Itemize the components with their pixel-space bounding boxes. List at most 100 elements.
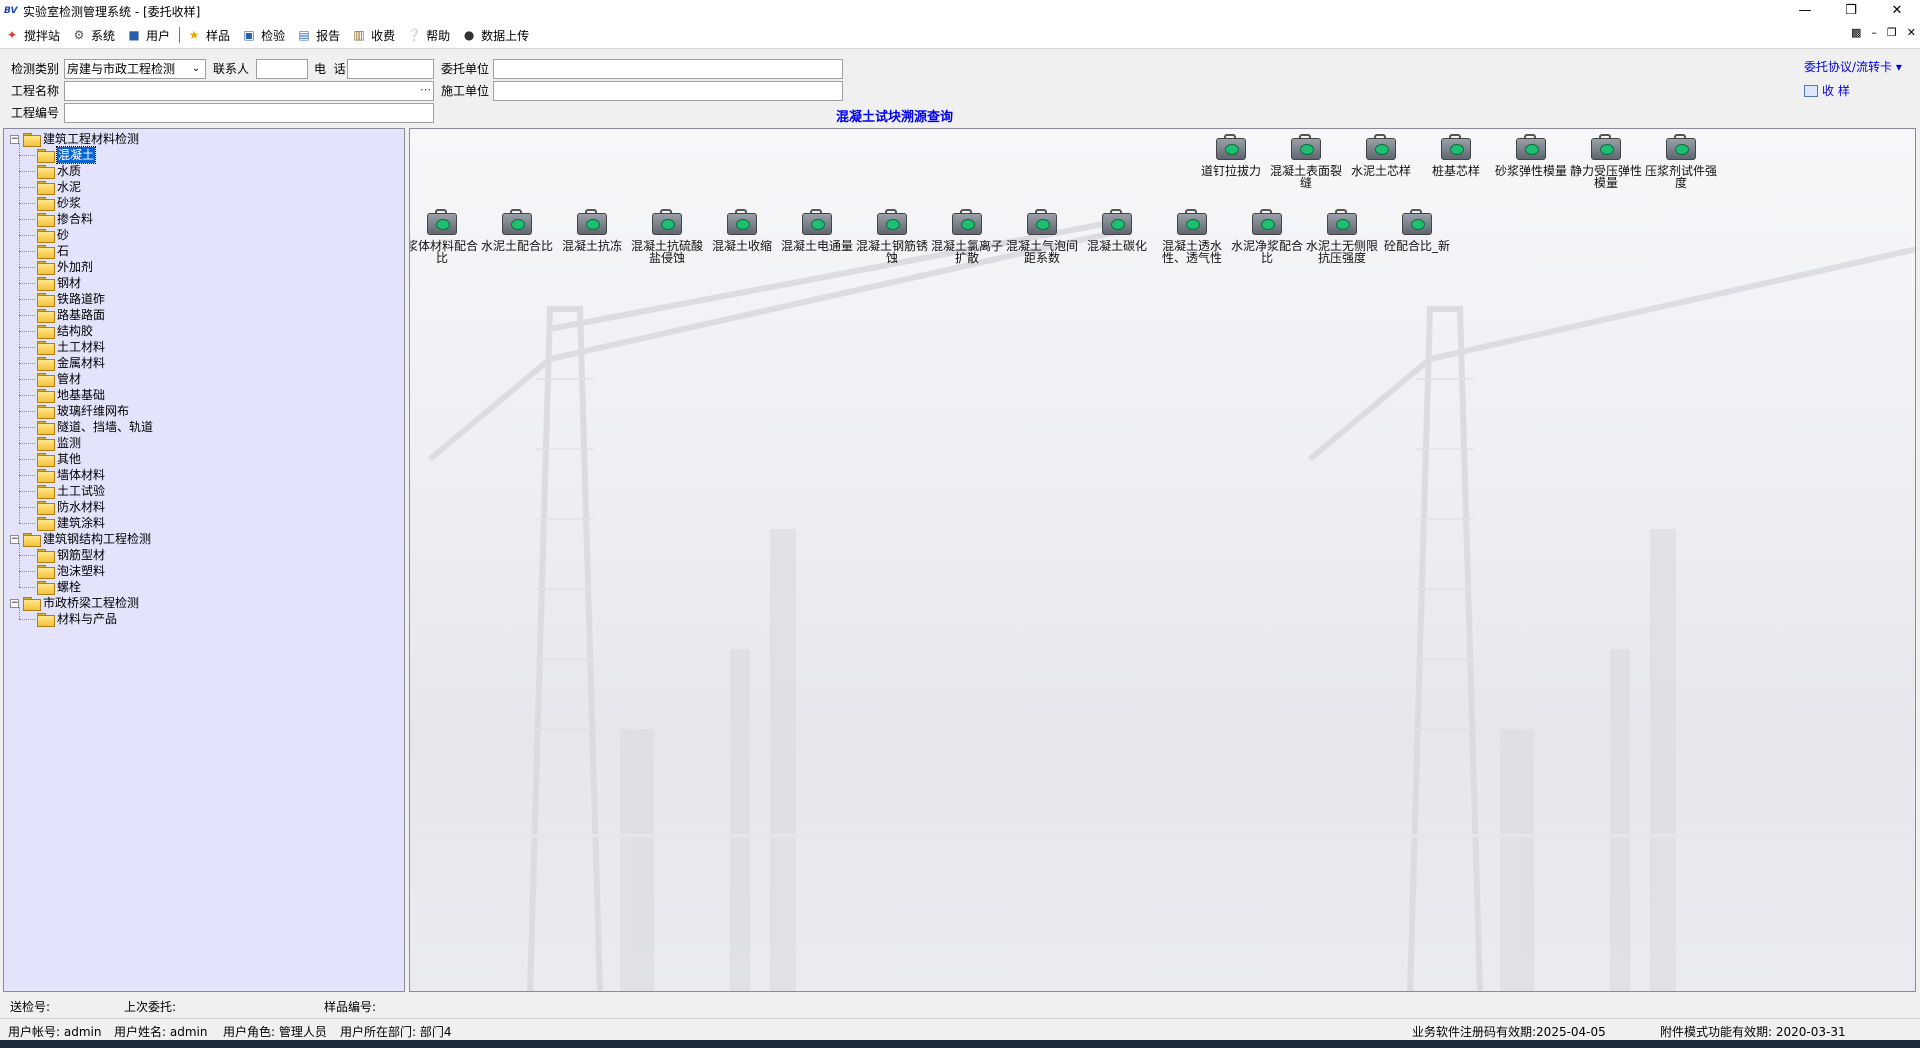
collapse-icon[interactable]: − [10,134,19,144]
tree-item[interactable]: 其他 [37,451,81,467]
tree-item-label: 隧道、挡墙、轨道 [57,420,154,434]
test-item-icon-button[interactable]: 混凝土收缩 [706,209,778,252]
restore-button[interactable]: ❐ [1828,0,1874,22]
tree-item[interactable]: 土工材料 [37,339,105,355]
test-item-icon-button[interactable]: 混凝土抗冻 [556,209,628,252]
tree-item[interactable]: 水质 [37,163,81,179]
test-item-icon-button[interactable]: 混凝土钢筋锈蚀 [856,209,928,264]
menu-report[interactable]: ▤ 报告 [292,24,347,46]
menu-bar: ✦ 搅拌站 ⚙ 系统 ■ 用户 ★ 样品 ▣ 检验 ▤ 报告 ▥ 收费 ❔ 帮助… [0,22,1920,49]
tree-item[interactable]: 金属材料 [37,355,105,371]
tree-item-label: 墙体材料 [57,468,106,482]
mdi-minimize-button[interactable]: – [1871,26,1877,39]
test-item-icon-button[interactable]: 混凝土表面裂缝 [1270,134,1342,189]
tree-connector [19,523,35,524]
menu-sample[interactable]: ★ 样品 [182,24,237,46]
tree-item[interactable]: 钢材 [37,275,81,291]
test-item-icon-button[interactable]: 水泥净浆配合比 [1231,209,1303,264]
toolbox-icon [651,209,683,237]
tree-item[interactable]: 隧道、挡墙、轨道 [37,419,153,435]
collapse-icon[interactable]: − [10,598,19,608]
menu-label: 数据上传 [481,28,530,43]
mdi-restore-button[interactable]: ❐ [1887,26,1897,39]
client-input[interactable] [493,59,843,79]
test-item-label: 混凝土收缩 [711,239,772,253]
tree-item[interactable]: 砂浆 [37,195,81,211]
ellipsis-icon[interactable]: ⋯ [420,82,431,98]
menu-mixing-station[interactable]: ✦ 搅拌站 [0,24,67,46]
tree-item[interactable]: 混凝土 [37,146,97,164]
menu-label: 收费 [371,28,396,43]
test-item-icon-button[interactable]: 砂浆弹性模量 [1495,134,1567,177]
tree-item[interactable]: 结构胶 [37,323,93,339]
menu-user[interactable]: ■ 用户 [122,24,177,46]
receive-sample-button[interactable]: 收 样 [1804,82,1850,99]
menu-billing[interactable]: ▥ 收费 [347,24,402,46]
tree-group[interactable]: − 市政桥梁工程检测 [10,595,139,611]
collapse-icon[interactable]: − [10,534,19,544]
test-item-icon-button[interactable]: 混凝土电通量 [781,209,853,252]
mdi-app-icon: ▩ [1851,26,1862,39]
test-item-icon-button[interactable]: 桩基芯样 [1420,134,1492,177]
tree-item[interactable]: 玻璃纤维网布 [37,403,129,419]
protocol-dropdown[interactable]: 委托协议/流转卡 ▾ [1804,58,1902,75]
folder-icon [37,149,55,163]
menu-data-upload[interactable]: ● 数据上传 [457,24,536,46]
last-client-text: 上次委托: [124,1000,177,1014]
test-item-label: 水泥土芯样 [1350,164,1411,178]
tree-item[interactable]: 防水材料 [37,499,105,515]
tree-item[interactable]: 石 [37,243,69,259]
trace-query-link[interactable]: 混凝土试块溯源查询 [836,106,953,125]
test-item-icon-button[interactable]: 混凝土透水性、透气性 [1156,209,1228,264]
test-item-icon-button[interactable]: 混凝土碳化 [1081,209,1153,252]
test-item-icon-button[interactable]: 砼配合比_新 [1381,209,1453,252]
mdi-close-button[interactable]: ✕ [1907,26,1916,39]
tree-item[interactable]: 墙体材料 [37,467,105,483]
test-item-icon-button[interactable]: 水泥土无侧限抗压强度 [1306,209,1378,264]
contact-input[interactable] [256,59,308,79]
tree-item[interactable]: 铁路道砟 [37,291,105,307]
test-item-icon-button[interactable]: 水泥土芯样 [1345,134,1417,177]
test-item-icon-button[interactable]: 水泥土配合比 [481,209,553,252]
folder-icon [37,357,55,371]
tree-item[interactable]: 路基路面 [37,307,105,323]
test-item-label: 混凝土氯离子扩散 [931,239,1004,265]
test-item-icon-button[interactable]: 静力受压弹性模量 [1570,134,1642,189]
tree-item[interactable]: 钢筋型材 [37,547,105,563]
menu-system[interactable]: ⚙ 系统 [67,24,122,46]
phone-input[interactable] [347,59,434,79]
tree-item[interactable]: 螺栓 [37,579,81,595]
tree-group[interactable]: − 建筑工程材料检测 [10,131,139,147]
builder-input[interactable] [493,81,843,101]
test-item-icon-button[interactable]: 混凝土气泡间距系数 [1006,209,1078,264]
tree-item[interactable]: 监测 [37,435,81,451]
project-name-label: 工程名称 [11,84,60,98]
toolbox-icon [1515,134,1547,162]
tree-item[interactable]: 管材 [37,371,81,387]
tree-item[interactable]: 地基基础 [37,387,105,403]
tree-item[interactable]: 材料与产品 [37,611,117,627]
test-item-icon-button[interactable]: 混凝土抗硫酸盐侵蚀 [631,209,703,264]
tree-item[interactable]: 水泥 [37,179,81,195]
toolbox-icon [1365,134,1397,162]
project-no-input[interactable] [64,103,434,123]
tree-item[interactable]: 建筑涂料 [37,515,105,531]
test-item-icon-button[interactable]: 浆体材料配合比 [410,209,478,264]
test-item-icon-button[interactable]: 压浆剂试件强度 [1645,134,1717,189]
toolbox-icon [1026,209,1058,237]
menu-inspection[interactable]: ▣ 检验 [237,24,292,46]
type-select[interactable]: 房建与市政工程检测 ⌄ [64,59,206,79]
menu-help[interactable]: ❔ 帮助 [402,24,457,46]
client-label: 委托单位 [441,62,490,76]
project-name-input[interactable]: ⋯ [64,81,434,101]
tree-group[interactable]: − 建筑钢结构工程检测 [10,531,151,547]
minimize-button[interactable]: — [1782,0,1828,22]
close-button[interactable]: ✕ [1874,0,1920,22]
tree-item[interactable]: 掺合料 [37,211,93,227]
tree-item[interactable]: 砂 [37,227,69,243]
tree-item[interactable]: 外加剂 [37,259,93,275]
test-item-icon-button[interactable]: 混凝土氯离子扩散 [931,209,1003,264]
tree-item[interactable]: 泡沫塑料 [37,563,105,579]
tree-item[interactable]: 土工试验 [37,483,105,499]
test-item-icon-button[interactable]: 道钉拉拔力 [1195,134,1267,177]
